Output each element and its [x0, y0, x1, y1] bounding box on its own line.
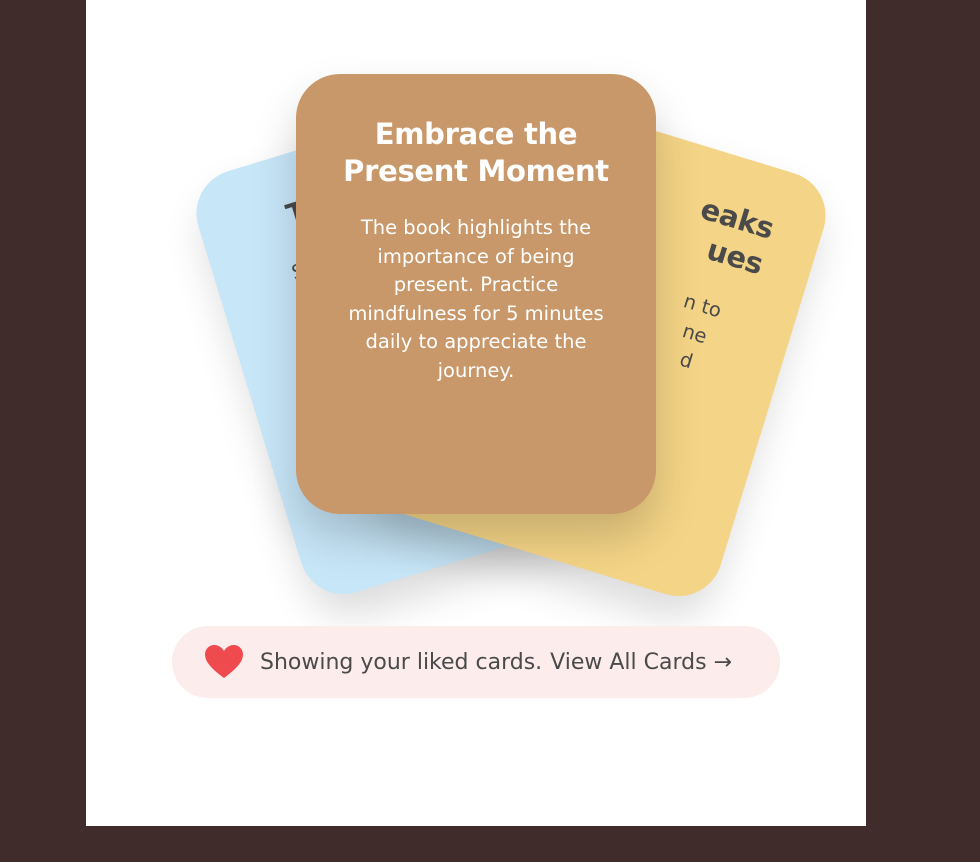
card-title: Embrace the Present Moment [343, 117, 609, 188]
view-all-cards-link[interactable]: View All Cards → [550, 650, 732, 675]
card-front[interactable]: Embrace the Present Moment The book high… [296, 74, 656, 514]
card-deck: Tr Sant h m eaksues n tone d Embrace the… [86, 0, 866, 608]
heart-icon [205, 645, 243, 678]
liked-cards-banner: Showing your liked cards. View All Cards… [172, 626, 780, 698]
card-body: The book highlights the importance of be… [348, 216, 604, 382]
content-panel: Tr Sant h m eaksues n tone d Embrace the… [86, 0, 866, 826]
banner-text: Showing your liked cards. [260, 649, 543, 675]
